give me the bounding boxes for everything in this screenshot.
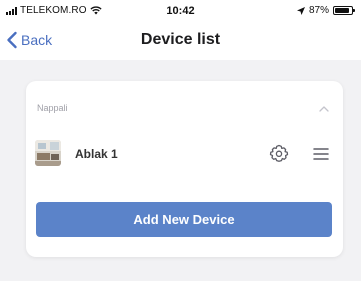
device-group-card: Nappali Ablak 1 Add New Device bbox=[26, 81, 343, 257]
battery-fill bbox=[335, 8, 349, 13]
status-bar: TELEKOM.RO 10:42 87% bbox=[0, 0, 361, 22]
hamburger-menu-icon[interactable] bbox=[311, 144, 331, 164]
location-arrow-icon bbox=[296, 6, 305, 15]
device-row[interactable]: Ablak 1 bbox=[35, 137, 334, 171]
device-thumbnail bbox=[35, 140, 61, 166]
gear-icon[interactable] bbox=[268, 143, 290, 165]
chevron-up-icon[interactable] bbox=[316, 101, 332, 117]
battery-percentage: 87% bbox=[308, 5, 329, 16]
group-label: Nappali bbox=[37, 103, 68, 113]
room-photo-icon bbox=[35, 140, 61, 166]
battery-icon bbox=[333, 6, 355, 15]
device-name: Ablak 1 bbox=[75, 147, 118, 161]
navigation-bar: Back Device list bbox=[0, 22, 361, 60]
status-right: 87% bbox=[296, 5, 355, 16]
add-new-device-button[interactable]: Add New Device bbox=[36, 202, 332, 237]
group-header[interactable]: Nappali bbox=[37, 101, 332, 117]
page-title: Device list bbox=[140, 31, 221, 48]
